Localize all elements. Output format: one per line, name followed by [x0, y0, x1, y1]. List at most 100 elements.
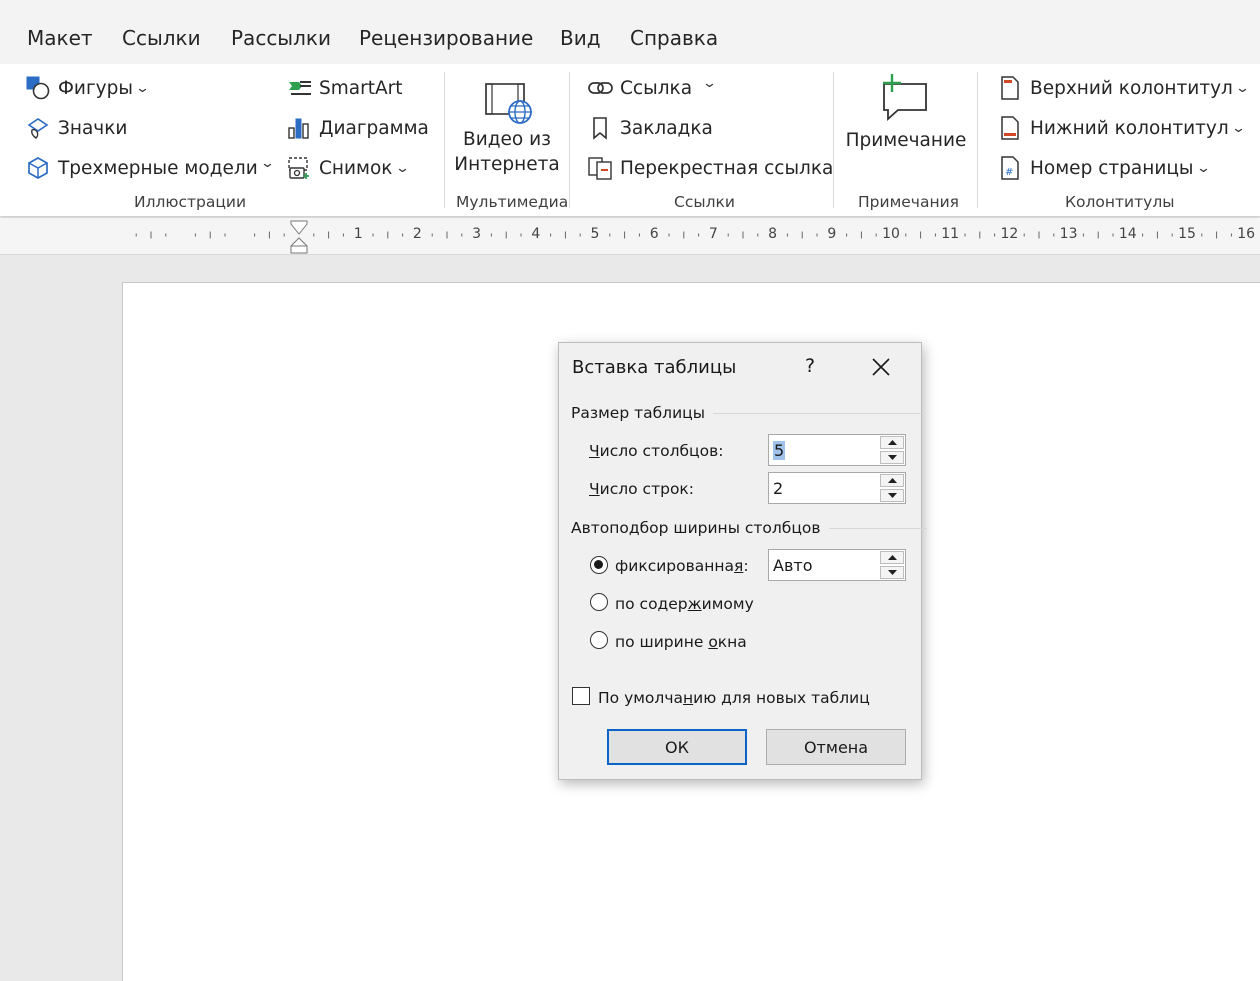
page-number-button[interactable]: # Номер страницы ⌄	[998, 156, 1211, 180]
ok-button[interactable]: ОК	[607, 729, 747, 765]
3d-models-dropdown[interactable]: ⌄	[258, 156, 276, 171]
ruler-number: 3	[472, 226, 482, 242]
3d-models-label: Трехмерные модели	[58, 157, 258, 179]
radio-window[interactable]	[590, 631, 608, 649]
online-video-label-2: Интернета	[454, 154, 560, 175]
header-button[interactable]: Верхний колонтитул ⌄	[998, 76, 1250, 100]
ruler-number: 16	[1237, 226, 1256, 242]
spin-down-icon[interactable]	[880, 489, 904, 502]
default-label: По умолчанию для новых таблиц	[598, 689, 870, 707]
fixed-width-input[interactable]: Авто	[773, 556, 812, 575]
tab-help[interactable]: Справка	[630, 26, 718, 50]
screenshot-label: Снимок	[319, 157, 393, 179]
link-button[interactable]: Ссылка	[588, 76, 692, 100]
svg-text:#: #	[1005, 167, 1013, 178]
ruler-number: 11	[941, 226, 960, 242]
cross-reference-button[interactable]: Перекрестная ссылка	[588, 156, 833, 180]
rows-spinner[interactable]: 2	[768, 472, 906, 504]
online-video-button[interactable]: Видео из Интернета	[446, 72, 568, 188]
page-number-icon: #	[998, 156, 1022, 180]
spin-down-icon[interactable]	[880, 566, 904, 579]
cancel-button[interactable]: Отмена	[766, 729, 906, 765]
spin-up-icon[interactable]	[880, 436, 904, 449]
spin-down-icon[interactable]	[880, 451, 904, 464]
bar-chart-icon	[287, 116, 311, 140]
tab-references[interactable]: Ссылки	[122, 26, 201, 50]
insert-table-dialog: Вставка таблицы ? Размер таблицы Число с…	[558, 342, 927, 780]
cube-icon	[26, 156, 50, 180]
comment-label: Примечание	[845, 130, 967, 151]
ruler-number: 14	[1118, 226, 1137, 242]
ruler-number: 15	[1178, 226, 1196, 242]
chart-button[interactable]: Диаграмма	[287, 116, 429, 140]
group-separator	[569, 72, 570, 208]
shapes-label: Фигуры	[58, 77, 133, 99]
fixed-width-spinner[interactable]: Авто	[768, 549, 906, 581]
indent-marker-icon[interactable]	[290, 220, 308, 254]
columns-input[interactable]: 5	[773, 441, 786, 460]
ruler-number: 4	[531, 226, 541, 242]
group-separator	[833, 72, 834, 208]
bookmark-button[interactable]: Закладка	[588, 116, 713, 140]
ribbon-tabs: Макет Ссылки Рассылки Рецензирование Вид…	[0, 0, 1260, 64]
chevron-down-icon: ⌄	[1195, 160, 1211, 176]
window-label: по ширине окна	[615, 633, 747, 651]
tab-layout[interactable]: Макет	[27, 26, 93, 50]
chevron-down-icon: ⌄	[259, 156, 276, 171]
link-icon	[588, 76, 613, 100]
tab-review[interactable]: Рецензирование	[359, 26, 533, 50]
screenshot-icon	[287, 156, 311, 180]
screenshot-button[interactable]: Снимок ⌄	[287, 156, 410, 180]
group-separator	[444, 72, 445, 208]
fixed-label: фиксированная:	[615, 557, 749, 575]
comment-icon	[880, 74, 930, 122]
spin-up-icon[interactable]	[880, 551, 904, 564]
cross-reference-icon	[588, 156, 612, 180]
shapes-button[interactable]: Фигуры ⌄	[26, 76, 151, 100]
radio-content[interactable]	[590, 593, 608, 611]
tab-mailings[interactable]: Рассылки	[231, 26, 331, 50]
online-video-label-1: Видео из	[463, 129, 551, 150]
close-icon[interactable]	[869, 355, 893, 379]
smartart-button[interactable]: SmartArt	[287, 76, 402, 100]
footer-button[interactable]: Нижний колонтитул ⌄	[998, 116, 1246, 140]
ruler-number: 2	[412, 226, 422, 242]
ruler-number: 7	[708, 226, 718, 242]
group-label-illustrations: Иллюстрации	[134, 193, 247, 211]
group-separator	[977, 72, 978, 208]
bookmark-label: Закладка	[620, 117, 713, 139]
footer-icon	[998, 116, 1022, 140]
ruler-number: 10	[882, 226, 900, 242]
new-comment-button[interactable]: Примечание	[838, 72, 974, 188]
page-number-label: Номер страницы	[1030, 157, 1194, 179]
link-dropdown[interactable]: ⌄	[700, 76, 718, 91]
section-divider	[828, 527, 927, 529]
icons-button[interactable]: Значки	[26, 116, 127, 140]
link-label: Ссылка	[620, 77, 693, 99]
chart-label: Диаграмма	[319, 117, 429, 139]
spin-up-icon[interactable]	[880, 474, 904, 487]
group-label-links: Ссылки	[674, 193, 735, 211]
rows-input[interactable]: 2	[773, 479, 783, 498]
tab-view[interactable]: Вид	[560, 26, 601, 50]
columns-spinner[interactable]: 5	[768, 434, 906, 466]
group-label-comments: Примечания	[858, 193, 959, 211]
online-video-icon	[484, 80, 534, 126]
ruler-number: 9	[827, 226, 837, 242]
ruler-number: 8	[768, 226, 778, 242]
help-button[interactable]: ?	[805, 355, 815, 377]
default-checkbox[interactable]	[572, 687, 590, 705]
chevron-down-icon: ⌄	[394, 160, 410, 176]
radio-fixed[interactable]	[590, 556, 608, 574]
columns-label: Число столбцов:	[589, 442, 724, 460]
horizontal-ruler[interactable]: 1 2 3 4 5 6 7 8 9 10 11 12 13 14 15 16	[0, 218, 1260, 255]
smartart-icon	[287, 76, 311, 100]
icons-icon	[26, 116, 50, 140]
section-divider	[712, 412, 923, 414]
chevron-down-icon: ⌄	[134, 80, 151, 96]
section-title: Размер таблицы	[571, 404, 705, 422]
3d-models-button[interactable]: Трехмерные модели	[26, 156, 258, 180]
shapes-icon	[26, 76, 50, 100]
chevron-down-icon: ⌄	[701, 76, 718, 91]
content-label: по содержимому	[615, 595, 754, 613]
